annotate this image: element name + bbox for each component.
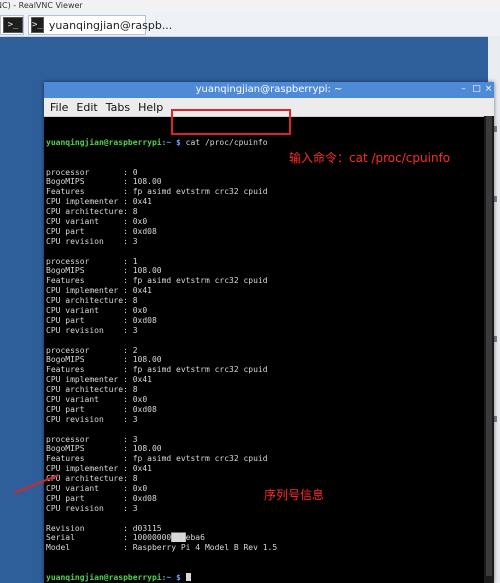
output-line: CPU revision : 3	[46, 325, 138, 335]
output-line: BogoMIPS : 108.00	[46, 444, 162, 454]
output-line: BogoMIPS : 108.00	[46, 355, 162, 365]
terminal-icon: >_	[31, 17, 44, 33]
taskbar-window-label: yuanqingjian@raspb...	[48, 18, 173, 32]
output-line: Features : fp asimd evtstrm crc32 cpuid	[46, 454, 268, 464]
output-line: CPU variant : 0x0	[46, 305, 148, 315]
output-line: CPU part : 0xd08	[46, 315, 157, 325]
output-line: CPU architecture: 8	[46, 296, 138, 306]
prompt-path: :~ $	[161, 137, 181, 147]
terminal-title: yuanqingjian@raspberrypi: ~	[195, 84, 343, 95]
prompt-path: :~ $	[161, 573, 186, 583]
output-line: CPU implementer : 0x41	[46, 286, 152, 296]
output-line: CPU architecture: 8	[46, 474, 138, 484]
taskbar-terminal-window-button[interactable]: >_ yuanqingjian@raspb...	[28, 15, 172, 35]
output-line: Serial : 10000000███eba6	[46, 533, 205, 543]
output-line: CPU revision : 3	[46, 414, 138, 424]
output-line: Model : Raspberry Pi 4 Model B Rev 1.5	[46, 543, 278, 553]
close-icon[interactable]: ×	[484, 85, 493, 94]
minimize-icon[interactable]: –	[459, 85, 468, 94]
maximize-icon[interactable]: □	[472, 85, 481, 94]
output-line: CPU revision : 3	[46, 236, 138, 246]
output-line: CPU architecture: 8	[46, 207, 138, 217]
taskbar-terminal-button[interactable]: >_	[0, 15, 24, 35]
output-line: Revision : d03115	[46, 523, 162, 533]
output-line: Features : fp asimd evtstrm crc32 cpuid	[46, 187, 268, 197]
output-line: CPU implementer : 0x41	[46, 464, 152, 474]
scroll-thumb[interactable]	[486, 116, 492, 576]
output-line: BogoMIPS : 108.00	[46, 177, 162, 187]
taskbar: >_ >_ yuanqingjian@raspb...	[0, 12, 500, 37]
terminal-output[interactable]: yuanqingjian@raspberrypi:~ $ cat /proc/c…	[44, 117, 494, 583]
vnc-window-title: NC) - RealVNC Viewer	[0, 0, 500, 12]
final-prompt-line: yuanqingjian@raspberrypi:~ $	[46, 573, 492, 583]
prompt-user: yuanqingjian@raspberrypi	[46, 573, 162, 583]
terminal-titlebar[interactable]: yuanqingjian@raspberrypi: ~ – □ ×	[44, 82, 494, 98]
command-text: cat /proc/cpuinfo	[180, 137, 268, 147]
command-highlight-box	[171, 109, 291, 135]
output-line: CPU variant : 0x0	[46, 216, 148, 226]
terminal-icon: >_	[3, 17, 23, 33]
output-line: CPU implementer : 0x41	[46, 197, 152, 207]
output-line: CPU revision : 3	[46, 503, 138, 513]
menu-tabs[interactable]: Tabs	[106, 101, 130, 114]
output-line: CPU architecture: 8	[46, 385, 138, 395]
command-annotation: 输入命令：cat /proc/cpuinfo	[289, 151, 451, 165]
output-line: processor : 1	[46, 256, 138, 266]
menu-edit[interactable]: Edit	[76, 101, 97, 114]
output-line: processor : 0	[46, 167, 138, 177]
output-line: CPU part : 0xd08	[46, 404, 157, 414]
output-line: CPU variant : 0x0	[46, 395, 148, 404]
scrollbar[interactable]	[484, 116, 494, 583]
output-line: Features : fp asimd evtstrm crc32 cpuid	[46, 365, 268, 375]
output-line: BogoMIPS : 108.00	[46, 266, 162, 276]
output-line: CPU implementer : 0x41	[46, 375, 152, 385]
output-line: processor : 3	[46, 434, 138, 444]
output-line: processor : 2	[46, 345, 138, 355]
output-line: Features : fp asimd evtstrm crc32 cpuid	[46, 276, 268, 286]
menu-help[interactable]: Help	[138, 101, 163, 114]
output-line: CPU part : 0xd08	[46, 226, 157, 236]
serial-annotation: 序列号信息	[264, 488, 325, 502]
prompt-user: yuanqingjian@raspberrypi	[46, 137, 162, 147]
text-cursor	[185, 573, 191, 582]
menu-file[interactable]: File	[50, 101, 68, 114]
command-line: yuanqingjian@raspberrypi:~ $ cat /proc/c…	[46, 138, 492, 148]
